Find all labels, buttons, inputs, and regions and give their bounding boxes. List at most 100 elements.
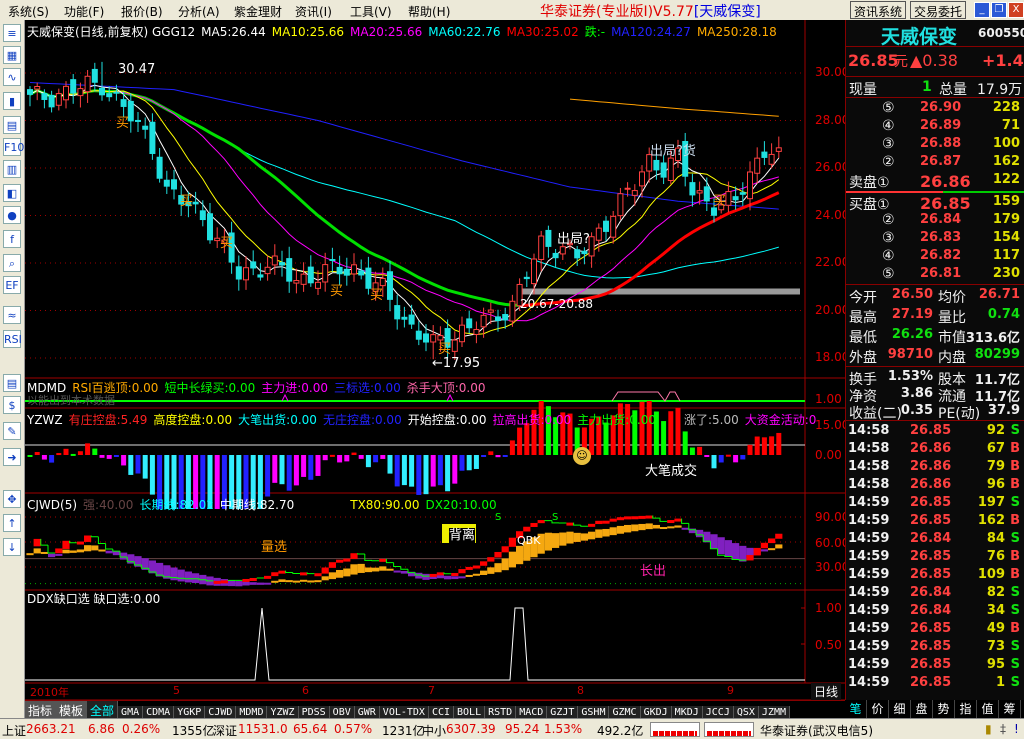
- kline-icon[interactable]: ▮: [3, 92, 21, 110]
- menu-tools[interactable]: 工具(V): [350, 3, 392, 20]
- table-icon[interactable]: ▤: [3, 116, 21, 134]
- yzwz-bar: [27, 455, 33, 457]
- yzwz-bar: [718, 455, 724, 463]
- trade-side: B: [1010, 513, 1020, 528]
- restore-icon[interactable]: ❐: [991, 2, 1007, 18]
- cjwd-band: [364, 567, 372, 573]
- yzwz-bar: [99, 455, 105, 458]
- cjwd-step-line: [364, 553, 372, 561]
- menu-help[interactable]: 帮助(H): [408, 3, 450, 20]
- candle-body: [574, 249, 581, 259]
- users-icon[interactable]: ●: [3, 206, 21, 224]
- candle-body: [617, 193, 624, 217]
- bid-price: 26.82: [920, 248, 962, 263]
- cjwd-band: [300, 579, 308, 582]
- panel-icon[interactable]: ◧: [3, 184, 21, 202]
- quote-tab-7[interactable]: 筹: [999, 700, 1021, 718]
- buy-signal: 买: [220, 236, 234, 251]
- buy-signal: 买: [330, 284, 344, 299]
- cjwd-rise-block: [328, 562, 336, 568]
- ask-row: ⑤ 26.90 228: [846, 100, 1024, 118]
- quote-tab-5[interactable]: 指: [955, 700, 977, 718]
- down-arrow-icon[interactable]: ↓: [3, 538, 21, 556]
- sheet-icon[interactable]: ▥: [3, 160, 21, 178]
- pencil-icon[interactable]: ✎: [3, 422, 21, 440]
- quote-tab-4[interactable]: 势: [933, 700, 955, 718]
- cjwd-band: [681, 527, 689, 530]
- menu-analysis[interactable]: 分析(A): [178, 3, 220, 20]
- trade-volume: 79: [986, 459, 1005, 474]
- list-icon[interactable]: ≡: [3, 24, 21, 42]
- grid-icon[interactable]: ▦: [3, 46, 21, 64]
- big-deal-label: 大笔成交: [645, 464, 698, 479]
- ef-icon[interactable]: EF: [3, 276, 21, 294]
- cjwd-rise-block: [523, 526, 531, 532]
- stat-label: 均价: [938, 290, 966, 306]
- quote-tab-3[interactable]: 盘: [911, 700, 933, 718]
- buy-signal: 买: [438, 342, 452, 357]
- quote-tab-2[interactable]: 细: [889, 700, 911, 718]
- sz-amount: 1231亿: [382, 724, 425, 738]
- zx-pct: 1.53%: [544, 722, 583, 736]
- board-icon[interactable]: ▤: [3, 374, 21, 392]
- kline-chart[interactable]: 天威保变(日线,前复权) GGG12 MA5:26.44 MA10:25.66 MA2…: [25, 20, 849, 700]
- function-icon[interactable]: f: [3, 230, 21, 248]
- sz-pct: 0.57%: [334, 722, 373, 736]
- quote-tab-1[interactable]: 价: [867, 700, 889, 718]
- cjwd-band: [422, 573, 430, 580]
- cjwd-header: CJWD(5) 强:40.00 长期线:82.02 中期线:82.70 TX80:90.…: [27, 496, 503, 513]
- price-pct: +1.44: [982, 51, 1024, 70]
- quote-tab-6[interactable]: 值: [977, 700, 999, 718]
- search-icon[interactable]: ⌕: [3, 254, 21, 272]
- tab-全部[interactable]: 全部: [87, 701, 119, 718]
- bid-level-label: 买盘①: [849, 197, 890, 213]
- f10-icon[interactable]: F10: [3, 138, 24, 156]
- yzwz-bar: [689, 447, 695, 455]
- tab-指标[interactable]: 指标: [25, 701, 57, 718]
- cjwd-rise-block: [566, 522, 574, 526]
- candle-body: [113, 91, 120, 94]
- menu-system[interactable]: 系统(S): [8, 3, 49, 20]
- bid-price: 26.83: [920, 230, 962, 245]
- minimize-icon[interactable]: _: [974, 2, 990, 18]
- yzwz-header: YZWZ 有庄控盘:5.49 高度控盘:0.00 大笔出货:0.00 无庄控盘:0.00…: [27, 411, 822, 428]
- trade-time: 14:58: [848, 459, 890, 474]
- quote-tab-0[interactable]: 笔: [845, 700, 867, 718]
- line-chart-icon[interactable]: ∿: [3, 68, 21, 86]
- broker-server: 华泰证券(武汉电信5): [760, 724, 873, 738]
- yzwz-bar: [56, 453, 62, 456]
- candle-body: [480, 314, 487, 328]
- trade-price: 26.85: [910, 567, 952, 582]
- candle-body: [725, 191, 732, 206]
- wave-icon[interactable]: ≈: [3, 306, 21, 324]
- up-arrow-icon[interactable]: ↑: [3, 514, 21, 532]
- rsi-icon[interactable]: RSI: [3, 330, 22, 348]
- cjwd-band: [256, 582, 264, 585]
- main-header: 天威保变(日线,前复权) GGG12 MA5:26.44 MA10:25.66 MA2…: [27, 23, 783, 40]
- trade-time: 14:59: [848, 657, 890, 672]
- menu-news[interactable]: 资讯(I): [295, 3, 332, 20]
- cur-vol: 1: [922, 79, 932, 95]
- candle-body: [703, 186, 710, 202]
- candle-body: [135, 119, 141, 122]
- bid-volume: 154: [992, 230, 1020, 245]
- trade-price: 26.86: [910, 459, 952, 474]
- yzwz-bar: [517, 427, 523, 455]
- period-button[interactable]: 日线: [811, 683, 842, 700]
- move-icon[interactable]: ✥: [3, 490, 21, 508]
- last-price: 26.85: [848, 51, 899, 70]
- menu-finance[interactable]: 紫金理财: [234, 3, 282, 20]
- trade-time: 14:59: [848, 495, 890, 510]
- candle-body: [473, 328, 480, 335]
- dollar-icon[interactable]: $: [3, 396, 21, 414]
- menu-function[interactable]: 功能(F): [64, 3, 104, 20]
- yzwz-bar: [92, 448, 98, 455]
- news-system-button[interactable]: 资讯系统: [850, 1, 907, 19]
- menu-quote[interactable]: 报价(B): [121, 3, 163, 20]
- close-icon[interactable]: X: [1008, 2, 1024, 18]
- export-icon[interactable]: ➜: [3, 448, 21, 466]
- bid-price: 26.84: [920, 212, 962, 227]
- tab-模板[interactable]: 模板: [56, 701, 88, 718]
- cjwd-band: [69, 550, 77, 553]
- trade-button[interactable]: 交易委托: [910, 1, 967, 19]
